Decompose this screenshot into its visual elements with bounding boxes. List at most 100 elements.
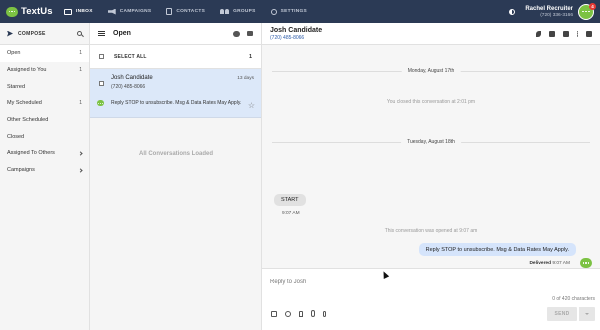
nav-groups[interactable]: GROUPS: [220, 9, 256, 14]
contact-info[interactable]: Josh Candidate (720) 485-8066: [270, 27, 528, 41]
phone-icon[interactable]: [535, 30, 541, 37]
select-all-checkbox[interactable]: [99, 54, 104, 59]
chat-icon[interactable]: [233, 30, 240, 37]
sidebar-item-label: Open: [7, 50, 21, 57]
reply-input[interactable]: [270, 279, 470, 285]
star-icon[interactable]: ☆: [248, 102, 255, 110]
nav-campaigns-label: CAMPAIGNS: [119, 9, 152, 14]
sidebar-item-label: Starred: [7, 83, 26, 90]
groups-icon: [220, 9, 230, 14]
sidebar-item-open[interactable]: Open 1: [0, 45, 89, 62]
send-arrow-icon: [7, 30, 13, 37]
bot-avatar-icon: [580, 258, 592, 268]
sidebar-item-label: Assigned To Others: [7, 150, 55, 157]
incoming-message-time: 9:07 AM: [282, 211, 300, 216]
mail-icon[interactable]: [247, 31, 253, 36]
compose-row: COMPOSE: [0, 23, 89, 45]
sidebar-item-label: Assigned to You: [7, 67, 47, 74]
nav-settings[interactable]: SETTINGS: [270, 8, 308, 15]
day-separator: Monday, August 17th: [272, 68, 590, 74]
sidebar-item-label: Closed: [7, 133, 25, 140]
list-title: Open: [113, 30, 131, 37]
inbox-icon: [64, 8, 72, 15]
character-count: 0 of 420 characters: [552, 296, 595, 302]
reply-composer: 0 of 420 characters SEND: [262, 268, 600, 330]
megaphone-icon: [107, 8, 116, 15]
chat-bubble-icon: [6, 6, 18, 17]
outgoing-message: Reply STOP to unsubscribe. Msg & Data Ra…: [418, 243, 576, 256]
all-loaded-label: All Conversations Loaded: [138, 151, 213, 157]
more-options-icon[interactable]: [576, 30, 579, 37]
nav-campaigns[interactable]: CAMPAIGNS: [107, 8, 152, 15]
day-separator: Tuesday, August 18th: [272, 139, 590, 145]
conversation-header: Josh Candidate (720) 485-8066: [262, 23, 600, 45]
list-header: Open: [90, 23, 261, 45]
sidebar: COMPOSE Open 1 Assigned to You 1 Starred…: [0, 23, 90, 330]
bot-icon: [97, 100, 104, 106]
nav-inbox-label: INBOX: [76, 9, 93, 14]
day-label: Tuesday, August 18th: [401, 139, 461, 145]
select-all-row: SELECT ALL 1: [90, 45, 261, 69]
nav-groups-label: GROUPS: [233, 9, 256, 14]
template-icon[interactable]: [271, 310, 277, 317]
compose-button[interactable]: COMPOSE: [18, 31, 77, 37]
nav-settings-label: SETTINGS: [280, 9, 308, 14]
theme-toggle-icon[interactable]: [509, 8, 516, 15]
list-item[interactable]: Josh Candidate (720) 485-8066 13 days Re…: [90, 69, 261, 118]
sidebar-item-count: 1: [79, 67, 82, 74]
group-icon[interactable]: [562, 30, 569, 37]
conversation-contact-phone: (720) 485-8066: [111, 84, 146, 90]
bookmark-icon[interactable]: [299, 310, 303, 317]
chevron-right-icon: [78, 168, 83, 173]
nav-contacts[interactable]: CONTACTS: [166, 8, 205, 15]
notification-badge: 4: [589, 2, 596, 10]
user-info[interactable]: Rachel Recruiter (720) 336-3166: [525, 6, 573, 18]
user-area: Rachel Recruiter (720) 336-3166 4: [509, 0, 600, 23]
sidebar-item-label: Campaigns: [7, 167, 35, 174]
sidebar-item-count: 1: [79, 50, 82, 57]
mic-off-icon[interactable]: [322, 310, 326, 317]
sidebar-item-assigned-to-others[interactable]: Assigned To Others: [0, 145, 89, 162]
assign-user-icon[interactable]: [548, 30, 555, 37]
emoji-icon[interactable]: [285, 310, 291, 317]
contact-card-icon[interactable]: [586, 30, 592, 37]
sidebar-item-count: 1: [79, 100, 82, 107]
sidebar-item-campaigns[interactable]: Campaigns: [0, 162, 89, 179]
send-options-button[interactable]: [578, 307, 595, 321]
conversation-list: Open SELECT ALL 1 Josh Candidate (720) 4…: [90, 23, 262, 330]
message-thread[interactable]: Monday, August 17th You closed this conv…: [262, 45, 600, 284]
nav-inbox[interactable]: INBOX: [64, 8, 93, 15]
send-button[interactable]: SEND: [547, 307, 577, 321]
textus-logo[interactable]: TextUs: [6, 6, 64, 17]
conversation-contact-name: Josh Candidate: [111, 75, 153, 81]
composer-toolbar: [271, 310, 334, 317]
user-name: Rachel Recruiter: [525, 5, 573, 12]
app-name: TextUs: [21, 6, 53, 17]
delivery-status: Delivered 9:07 AM: [529, 261, 570, 266]
conversation-preview: Reply STOP to unsubscribe. Msg & Data Ra…: [111, 100, 242, 106]
sidebar-item-assigned-to-you[interactable]: Assigned to You 1: [0, 62, 89, 79]
top-navigation-bar: TextUs INBOX CAMPAIGNS CONTACTS GROUPS S…: [0, 0, 600, 23]
sidebar-item-other-scheduled[interactable]: Other Scheduled: [0, 112, 89, 129]
day-label: Monday, August 17th: [401, 68, 461, 74]
gear-icon: [270, 8, 277, 15]
contacts-icon: [166, 8, 173, 15]
sidebar-item-label: My Scheduled: [7, 100, 42, 107]
nav-contacts-label: CONTACTS: [176, 9, 206, 14]
closed-note: You closed this conversation at 2:01 pm: [386, 99, 476, 105]
attachment-icon[interactable]: [311, 310, 315, 317]
chevron-right-icon: [78, 151, 83, 156]
conversation-age: 13 days: [237, 76, 254, 81]
sidebar-item-label: Other Scheduled: [7, 117, 49, 124]
sidebar-item-my-scheduled[interactable]: My Scheduled 1: [0, 95, 89, 112]
contact-phone: (720) 485-8066: [270, 34, 305, 41]
chevron-down-icon: [585, 313, 589, 315]
sidebar-item-closed[interactable]: Closed: [0, 128, 89, 145]
avatar[interactable]: 4: [578, 2, 596, 20]
sidebar-item-starred[interactable]: Starred: [0, 78, 89, 95]
conversation-checkbox[interactable]: [99, 81, 104, 86]
contact-name: Josh Candidate: [270, 26, 323, 34]
search-icon[interactable]: [77, 31, 82, 36]
menu-icon[interactable]: [98, 31, 105, 36]
delivered-time: 9:07 AM: [552, 261, 570, 266]
